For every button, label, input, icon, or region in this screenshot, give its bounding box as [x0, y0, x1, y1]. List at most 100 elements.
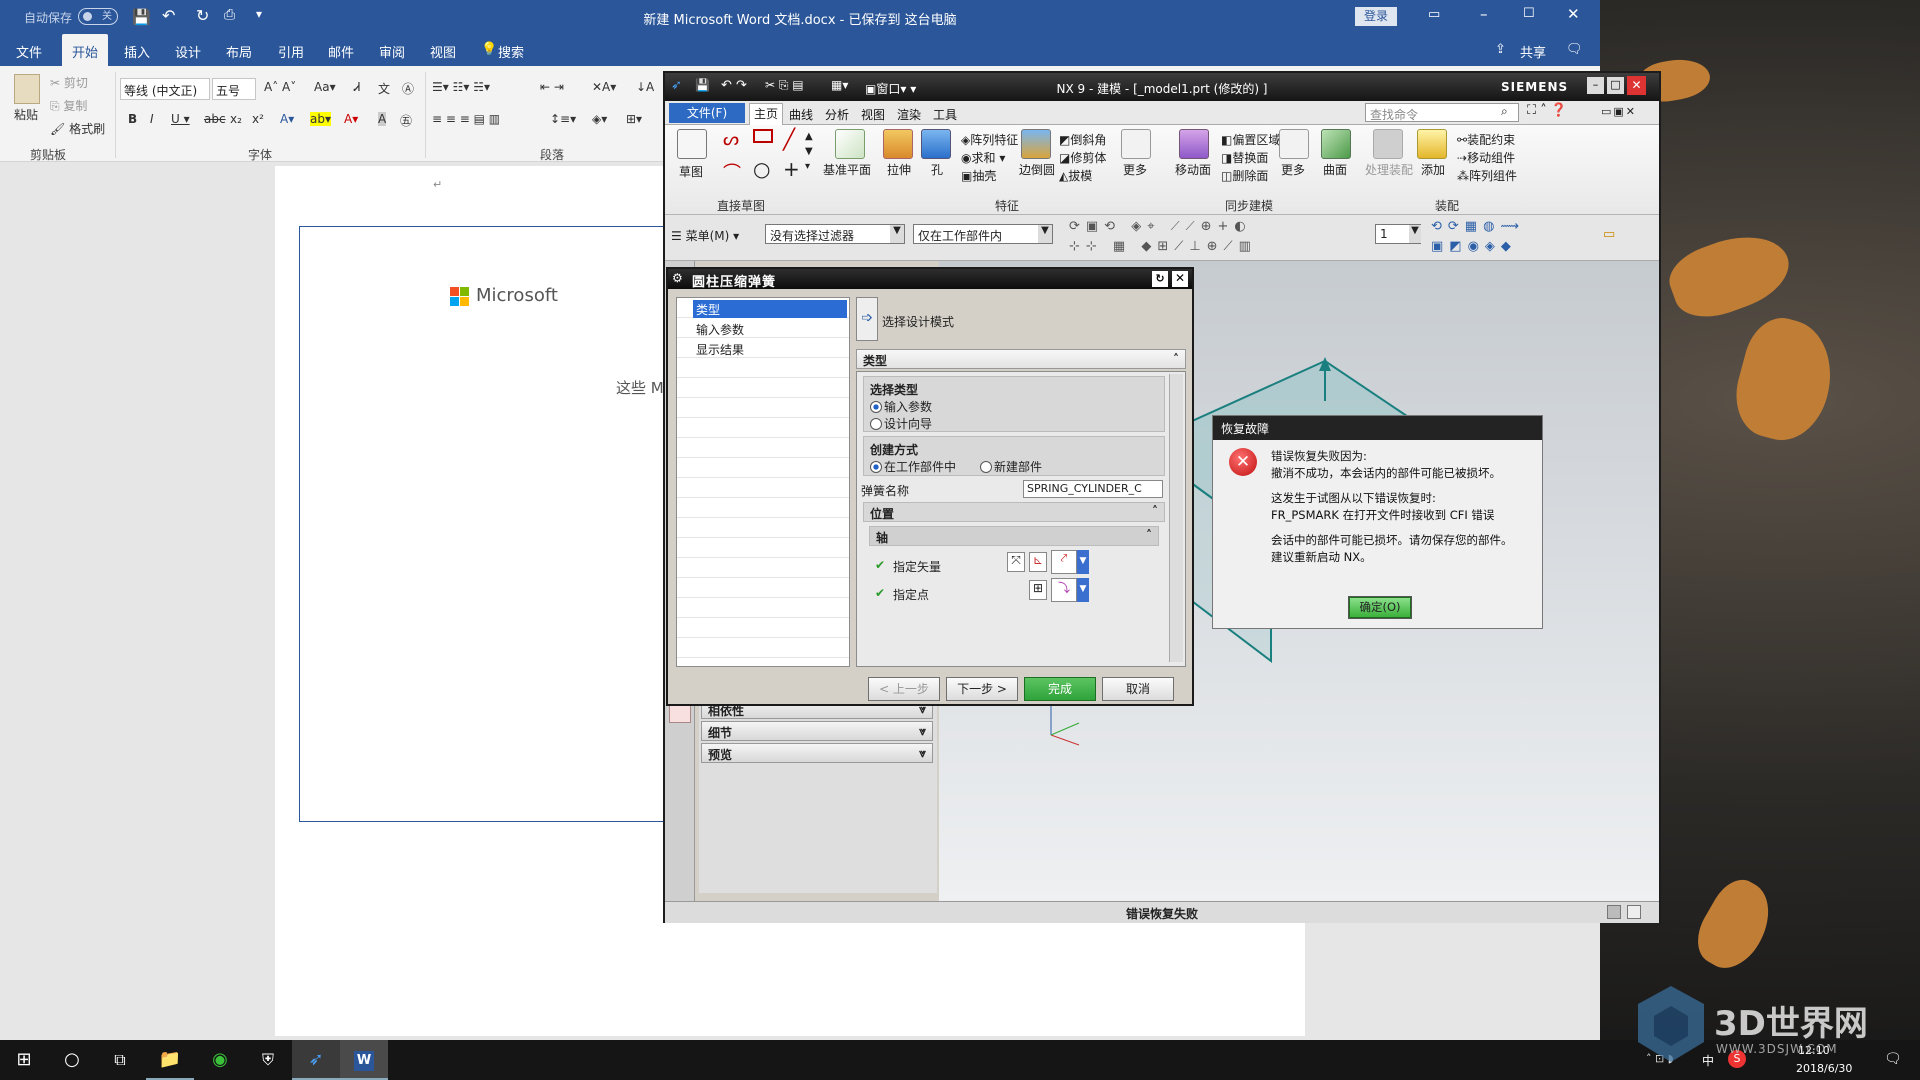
chevron-down-icon[interactable]: ▼ [1077, 578, 1089, 602]
share-button[interactable]: 共享 [1520, 42, 1546, 61]
change-case-icon[interactable]: Aa▾ [314, 80, 336, 94]
chevron-down-icon[interactable]: ▼ [1409, 225, 1421, 243]
tab-tools[interactable]: 工具 [933, 106, 957, 123]
reverse-direction-icon[interactable]: ⤧ [1007, 552, 1025, 572]
surface-button[interactable]: 曲面 [1323, 161, 1347, 178]
point-icon[interactable]: + [783, 157, 800, 181]
datum-plane-button[interactable]: 基准平面 [823, 161, 871, 178]
char-border-icon[interactable]: Ⓐ [402, 80, 414, 97]
tree-item-result[interactable]: 显示结果 [693, 340, 747, 359]
offset-region-button[interactable]: ◧偏置区域 [1221, 131, 1280, 148]
view-tools-icons[interactable]: ⟲⟳▦◍⟿ [1431, 219, 1525, 234]
move-face-button[interactable]: 移动面 [1175, 161, 1211, 178]
font-name-select[interactable]: 等线 (中文正) [120, 78, 210, 100]
axis-section-header[interactable]: 轴 ˄ [869, 526, 1159, 546]
radio-new-part[interactable]: 新建部件 [980, 458, 1042, 475]
extrude-icon[interactable] [883, 129, 913, 159]
status-icon[interactable] [1627, 905, 1641, 919]
borders-icon[interactable]: ⊞▾ [626, 112, 642, 126]
underline-button[interactable]: U ▾ [171, 112, 190, 126]
unite-button[interactable]: ◉求和 ▾ [961, 149, 1005, 166]
paste-button[interactable]: 粘贴 [14, 106, 38, 123]
shading-icon[interactable]: ◈▾ [592, 112, 607, 126]
reset-icon[interactable]: ↻ [1152, 271, 1168, 287]
radio-design-wizard[interactable]: 设计向导 [870, 415, 932, 432]
notification-icon[interactable]: 🗨 [1884, 1051, 1902, 1067]
embedded-content-frame[interactable]: Microsoft 这些 M [299, 226, 699, 822]
fullscreen-icon[interactable]: ⛶ ˄ ❓ [1527, 103, 1567, 118]
selection-scope-select[interactable]: 仅在工作部件内 [913, 224, 1053, 244]
close-icon[interactable]: ✕ [1172, 271, 1188, 287]
trim-body-button[interactable]: ◪修剪体 [1059, 149, 1106, 166]
enclose-char-icon[interactable]: ㊄ [400, 112, 412, 129]
finish-button[interactable]: 完成 [1024, 677, 1096, 701]
grow-font-icon[interactable]: A˄ A˅ [264, 80, 296, 94]
radio-work-part[interactable]: 在工作部件中 [870, 458, 956, 475]
text-effects-icon[interactable]: A▾ [280, 112, 294, 126]
font-size-select[interactable]: 五号 [212, 78, 256, 100]
tab-file[interactable]: 文件(F) [669, 103, 745, 123]
task-view-icon[interactable]: ⧉ [96, 1040, 144, 1080]
delete-face-button[interactable]: ◫删除面 [1221, 167, 1268, 184]
gallery-scroll[interactable]: ▲ ▼ ▾ [805, 129, 813, 174]
details-panel[interactable]: 细节 ⩔ [701, 721, 933, 741]
point-dialog-icon[interactable]: ⊞ [1029, 580, 1047, 600]
inferred-vector-icon[interactable]: ⤤ [1051, 550, 1077, 574]
chinese-layout-icon[interactable]: ✕A▾ [592, 80, 616, 94]
edge-blend-icon[interactable] [1021, 129, 1051, 159]
more-sync-icon[interactable] [1279, 129, 1309, 159]
italic-button[interactable]: I [150, 112, 154, 126]
inferred-point-icon[interactable]: ⤵ [1051, 578, 1077, 602]
superscript-button[interactable]: x² [252, 112, 264, 126]
tab-view[interactable]: 视图 [861, 106, 885, 123]
hole-button[interactable]: 孔 [931, 161, 943, 178]
command-finder-input[interactable]: 查找命令 [1365, 103, 1519, 122]
chamfer-button[interactable]: ◩倒斜角 [1059, 131, 1106, 148]
preview-panel[interactable]: 预览 ⩔ [701, 743, 933, 763]
tab-file[interactable]: 文件 [16, 42, 42, 61]
chevron-down-icon[interactable]: ▼ [1038, 225, 1052, 243]
search-icon[interactable]: ○ [48, 1040, 96, 1080]
chevron-down-icon[interactable]: ▼ [890, 225, 904, 243]
share-icon[interactable]: ⇪ [1495, 42, 1506, 57]
draft-button[interactable]: ◭拔模 [1059, 167, 1092, 184]
extrude-button[interactable]: 拉伸 [887, 161, 911, 178]
maximize-icon[interactable]: ☐ [1523, 6, 1535, 21]
tab-curve[interactable]: 曲线 [789, 106, 813, 123]
render-tools-icons[interactable]: ▣◩◉◈◆ [1431, 239, 1517, 254]
inner-window-controls[interactable]: ▭▣✕ [1601, 105, 1653, 121]
word-taskbar-icon[interactable]: W [340, 1040, 388, 1080]
datum-plane-icon[interactable] [835, 129, 865, 159]
profile-icon[interactable]: ᔕ [723, 129, 739, 150]
paste-icon[interactable] [14, 74, 40, 104]
tab-render[interactable]: 渲染 [897, 106, 921, 123]
tab-review[interactable]: 审阅 [379, 42, 405, 61]
format-painter-button[interactable]: 🖌 格式刷 [50, 120, 105, 137]
sketch-icon[interactable] [677, 129, 707, 159]
gear-icon[interactable]: ⚙ [672, 271, 683, 285]
spring-name-input[interactable]: SPRING_CYLINDER_C [1023, 480, 1163, 498]
pattern-feature-button[interactable]: ◈阵列特征 [961, 131, 1018, 148]
rectangle-icon[interactable] [753, 129, 773, 143]
search-tell-me[interactable]: 搜索 [498, 42, 524, 61]
subscript-button[interactable]: x₂ [230, 112, 242, 126]
line-spacing-icon[interactable]: ↕≡▾ [550, 112, 576, 126]
strikethrough-button[interactable]: abc [204, 112, 226, 126]
browser-icon[interactable]: ◉ [196, 1040, 244, 1080]
comments-icon[interactable]: 🗨 [1566, 42, 1583, 57]
radio-input-params[interactable]: 输入参数 [870, 398, 932, 415]
add-component-button[interactable]: 添加 [1421, 161, 1445, 178]
phonetic-guide-icon[interactable]: 文 [378, 80, 390, 97]
add-component-icon[interactable] [1417, 129, 1447, 159]
close-icon[interactable]: ✕ [1567, 5, 1580, 23]
search-icon[interactable]: ⌕ [1501, 104, 1508, 119]
tree-item-input[interactable]: 输入参数 [693, 320, 747, 339]
minimize-icon[interactable]: – [1480, 5, 1488, 23]
surface-icon[interactable] [1321, 129, 1351, 159]
tab-design[interactable]: 设计 [175, 42, 201, 61]
process-assembly-icon[interactable] [1373, 129, 1403, 159]
sort-icon[interactable]: ↓A [636, 80, 654, 94]
next-button[interactable]: 下一步 > [946, 677, 1018, 701]
clock-date[interactable]: 2018/6/30 [1796, 1062, 1852, 1075]
position-section-header[interactable]: 位置 ˄ [863, 502, 1165, 522]
